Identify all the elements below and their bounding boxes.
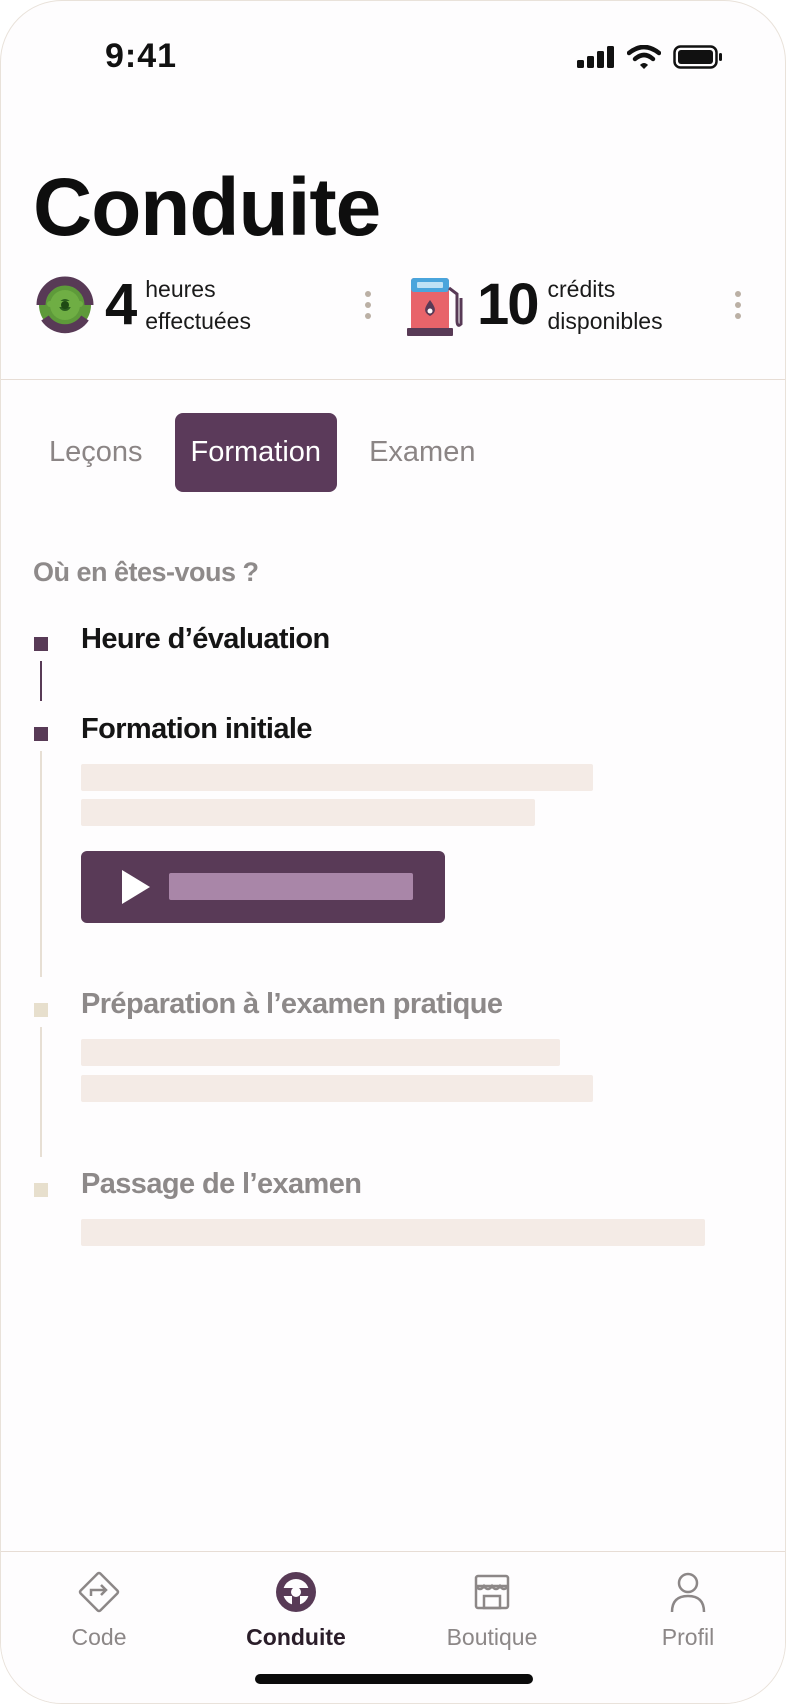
credits-label: crédits disponibles (548, 273, 663, 337)
tab-examen[interactable]: Examen (353, 413, 491, 492)
tab-bar-conduite[interactable]: Conduite (226, 1568, 366, 1651)
timeline-connector (40, 751, 42, 977)
status-icons (577, 45, 723, 69)
hours-stat: 4 heures effectuées (35, 273, 251, 337)
header-divider (1, 379, 785, 380)
directions-sign-icon (78, 1571, 120, 1613)
tab-bar-boutique[interactable]: Boutique (422, 1568, 562, 1651)
phone-screen: 9:41 Conduite 4 heures effectuées 10 cré… (0, 0, 786, 1704)
step-title-evaluation[interactable]: Heure d’évaluation (81, 623, 330, 656)
battery-icon (673, 45, 722, 69)
user-icon (670, 1572, 706, 1613)
page-title: Conduite (33, 162, 381, 253)
hours-label: heures effectuées (145, 273, 251, 337)
cellular-signal-icon (577, 46, 614, 68)
step-title-formation-initiale[interactable]: Formation initiale (81, 713, 312, 746)
tab-lecons[interactable]: Leçons (33, 413, 159, 492)
text-placeholder (81, 764, 593, 791)
steering-wheel-icon (36, 276, 94, 334)
fuel-pump-icon (407, 278, 463, 336)
steering-wheel-icon (276, 1572, 316, 1612)
stats-row: 4 heures effectuées 10 crédits disponibl… (1, 273, 785, 373)
segment-tabs: Leçons Formation Examen (33, 413, 491, 492)
hours-label-line1: heures (145, 276, 216, 302)
hours-value: 4 (105, 272, 137, 337)
step-marker-done (34, 637, 48, 651)
tab-bar-label: Conduite (246, 1624, 346, 1650)
status-time: 9:41 (105, 37, 178, 75)
hours-more-icon[interactable] (365, 291, 373, 324)
timeline-connector (40, 661, 42, 701)
text-placeholder (81, 799, 535, 826)
text-placeholder (81, 1039, 560, 1066)
tab-bar-profil[interactable]: Profil (618, 1568, 758, 1651)
credits-more-icon[interactable] (735, 291, 743, 324)
tab-bar-code[interactable]: Code (29, 1568, 169, 1651)
text-placeholder (81, 1219, 705, 1246)
step-title-preparation[interactable]: Préparation à l’examen pratique (81, 988, 503, 1021)
text-placeholder (81, 1075, 593, 1102)
store-icon (474, 1574, 510, 1610)
step-marker-todo (34, 1183, 48, 1197)
tab-bar-label: Boutique (446, 1624, 538, 1650)
tab-bar-label: Profil (661, 1624, 715, 1650)
timeline-connector (40, 1027, 42, 1157)
wifi-icon (627, 45, 661, 69)
step-marker-done (34, 727, 48, 741)
tab-bar-label: Code (71, 1624, 127, 1650)
video-player-button[interactable] (81, 851, 445, 923)
play-icon (122, 870, 150, 904)
hours-label-line2: effectuées (145, 308, 251, 334)
status-bar: 9:41 (1, 1, 785, 111)
tab-formation[interactable]: Formation (174, 413, 338, 492)
step-title-passage[interactable]: Passage de l’examen (81, 1168, 362, 1201)
home-indicator[interactable] (255, 1674, 533, 1684)
step-marker-todo (34, 1003, 48, 1017)
credits-stat: 10 crédits disponibles (407, 273, 663, 337)
credits-label-line2: disponibles (547, 308, 663, 334)
credits-label-line1: crédits (547, 276, 616, 302)
progress-question: Où en êtes-vous ? (33, 557, 259, 587)
credits-value: 10 (477, 272, 539, 337)
video-progress-bar (169, 873, 413, 900)
